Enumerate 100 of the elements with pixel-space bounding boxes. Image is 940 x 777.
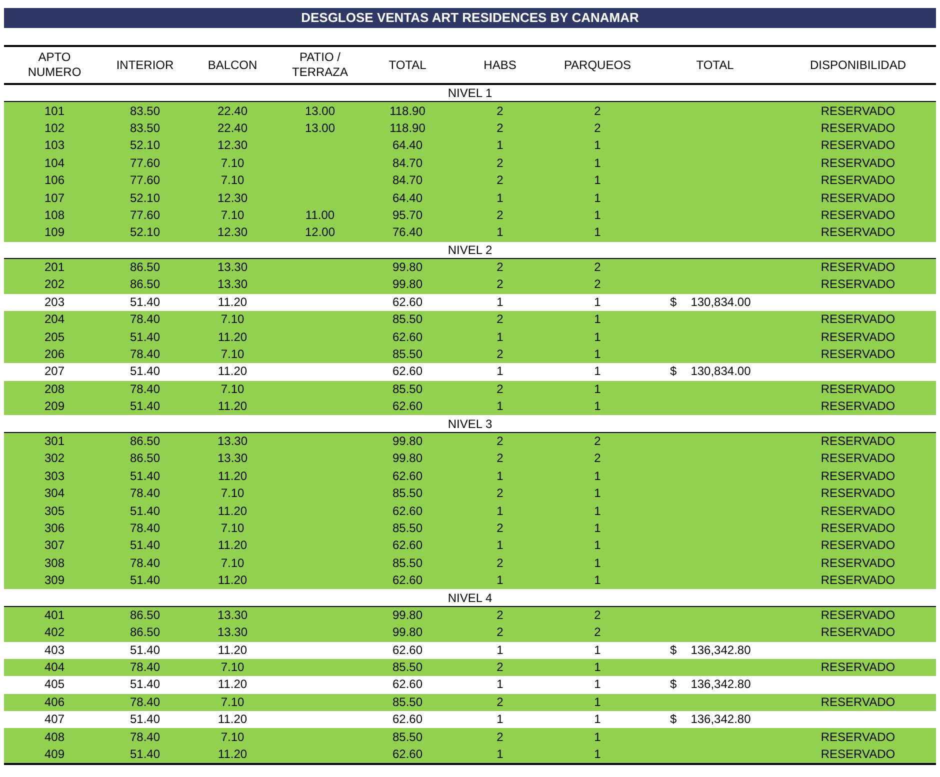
- table-cell: 2: [496, 102, 504, 120]
- table-cell: 204: [44, 311, 65, 328]
- table-cell: 78.40: [130, 485, 160, 502]
- level-heading: NIVEL 1: [448, 85, 492, 102]
- table-cell: 1: [594, 502, 601, 520]
- table-cell: 62.60: [392, 572, 423, 590]
- table-cell: 2: [496, 485, 504, 502]
- table-cell: 51.40: [130, 468, 160, 485]
- table-cell: 1: [594, 659, 601, 676]
- table-cell: 208: [44, 380, 65, 398]
- table-cell: 85.50: [392, 380, 423, 398]
- table-cell: 402: [44, 624, 65, 642]
- table-cell: 62.60: [392, 398, 423, 416]
- table-cell: 62.60: [392, 363, 423, 380]
- table-cell: 77.60: [130, 172, 160, 190]
- table-cell: 51.40: [130, 294, 160, 311]
- status-text: RESERVADO: [820, 206, 896, 224]
- status-text: RESERVADO: [820, 137, 896, 154]
- table-cell: 7.10: [220, 206, 244, 224]
- status-text: RESERVADO: [820, 485, 896, 502]
- table-cell: 301: [44, 433, 65, 450]
- table-cell: 408: [44, 728, 65, 746]
- table-cell: 84.70: [392, 172, 423, 190]
- table-cell: 107: [44, 190, 65, 207]
- table-cell: 2: [496, 728, 504, 746]
- table-cell: 84.70: [392, 154, 423, 172]
- table-cell: 406: [44, 694, 65, 711]
- table-cell: 86.50: [130, 606, 160, 624]
- table-cell: 99.80: [392, 259, 423, 276]
- table-cell: 11.20: [218, 642, 248, 659]
- table-cell: 203: [44, 294, 65, 311]
- table-cell: 62.60: [392, 711, 423, 728]
- table-cell: 302: [44, 450, 65, 468]
- table-cell: 7.10: [220, 659, 244, 676]
- column-header: INTERIOR: [115, 56, 175, 74]
- table-cell: 2: [496, 172, 504, 190]
- table-cell: 13.30: [217, 606, 248, 624]
- table-cell: 85.50: [392, 728, 423, 746]
- table-cell: 11.20: [218, 328, 248, 346]
- table-cell: 2: [496, 311, 504, 328]
- table-cell: 1: [594, 206, 601, 224]
- table-cell: 7.10: [220, 311, 244, 328]
- status-text: RESERVADO: [820, 606, 896, 624]
- status-text: RESERVADO: [820, 154, 896, 172]
- status-text: RESERVADO: [820, 450, 896, 468]
- column-header: BALCON: [206, 56, 258, 74]
- table-cell: 77.60: [130, 206, 160, 224]
- table-cell: 2: [594, 606, 601, 624]
- table-cell: 62.60: [392, 294, 423, 311]
- table-cell: 207: [44, 363, 65, 380]
- column-header: TOTAL: [388, 56, 428, 74]
- table-cell: 409: [44, 746, 65, 764]
- table-cell: 2: [496, 433, 504, 450]
- table-cell: 401: [44, 606, 65, 624]
- price-amount: 130,834.00: [690, 363, 751, 380]
- level-heading: NIVEL 3: [448, 416, 492, 433]
- table-cell: 1: [594, 190, 601, 207]
- table-cell: 1: [594, 572, 601, 590]
- table-cell: 85.50: [392, 485, 423, 502]
- table-cell: 1: [594, 380, 601, 398]
- table-cell: 2: [594, 433, 601, 450]
- table-cell: 85.50: [392, 520, 423, 537]
- table-cell: 118.90: [390, 120, 426, 137]
- table-cell: 118.90: [390, 102, 426, 120]
- table-cell: 85.50: [392, 694, 423, 711]
- table-cell: 12.30: [217, 137, 248, 154]
- table-cell: 62.60: [392, 746, 423, 764]
- table-cell: 11.20: [218, 711, 248, 728]
- table-cell: 64.40: [392, 190, 423, 207]
- table-cell: 1: [594, 154, 601, 172]
- table-cell: 86.50: [130, 624, 160, 642]
- table-cell: 78.40: [130, 311, 160, 328]
- table-cell: 11.20: [218, 468, 248, 485]
- table-cell: 1: [594, 468, 601, 485]
- price-amount: 136,342.80: [690, 711, 751, 728]
- status-text: RESERVADO: [820, 398, 896, 416]
- currency-symbol: $: [670, 676, 677, 694]
- table-cell: 308: [44, 554, 65, 572]
- table-cell: 7.10: [220, 485, 244, 502]
- table-cell: 78.40: [130, 346, 160, 364]
- table-cell: 51.40: [130, 642, 160, 659]
- table-cell: 51.40: [130, 572, 160, 590]
- status-text: RESERVADO: [820, 190, 896, 207]
- table-cell: 85.50: [392, 346, 423, 364]
- table-cell: 2: [594, 120, 601, 137]
- table-cell: 85.50: [392, 311, 423, 328]
- table-cell: 76.40: [392, 224, 423, 242]
- column-header: PATIO / TERRAZA: [290, 49, 349, 81]
- table-cell: 78.40: [130, 694, 160, 711]
- column-header: HABS: [482, 56, 518, 74]
- table-cell: 11.20: [218, 676, 248, 694]
- price-amount: 130,834.00: [690, 294, 751, 311]
- table-cell: 2: [496, 276, 504, 294]
- table-cell: 108: [44, 206, 65, 224]
- table-cell: 403: [44, 642, 65, 659]
- table-cell: 22.40: [217, 102, 248, 120]
- column-header: PARQUEOS: [562, 56, 632, 74]
- currency-symbol: $: [670, 363, 677, 380]
- status-text: RESERVADO: [820, 694, 896, 711]
- table-cell: 1: [594, 398, 601, 416]
